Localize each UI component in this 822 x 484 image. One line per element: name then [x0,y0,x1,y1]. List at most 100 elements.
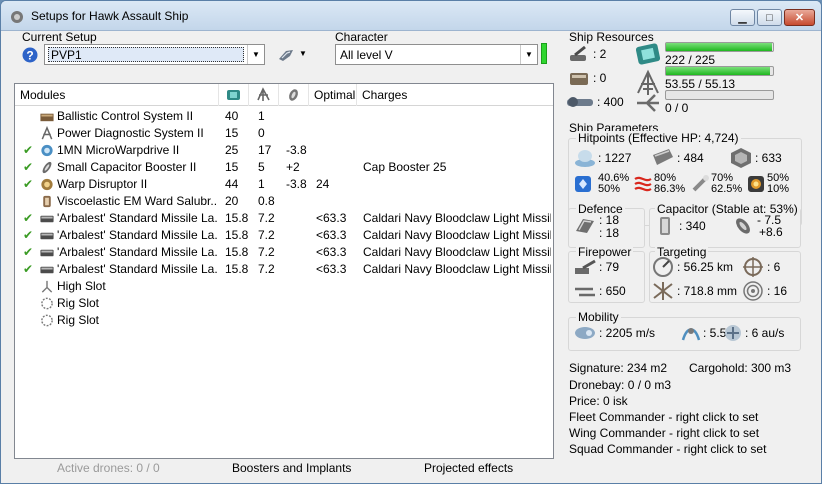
missile-launcher-icon [40,266,54,274]
col-header-charges[interactable]: Charges [357,84,553,106]
firepower-value-a: : 79 [599,260,620,274]
module-charges [363,278,551,295]
module-capacitor [286,193,312,210]
check-icon[interactable]: ✔ [23,227,35,244]
module-charges: Caldari Navy Bloodclaw Light Missile [363,262,551,276]
app-icon [11,11,23,23]
launcher-slots-value: : 0 [593,71,607,85]
sensor-strength-icon [743,281,763,301]
module-name: 1MN MicroWarpdrive II [57,143,180,157]
max-targets-value: : 6 [767,260,781,274]
module-cpu: 40 [225,109,239,123]
module-powergrid: 0.8 [258,194,275,208]
col-header-optimal[interactable]: Optimal [309,84,357,106]
close-button[interactable]: ✕ [784,9,815,26]
module-row[interactable]: Power Diagnostic System II 15 0 [15,125,553,142]
rig-slot-icon [41,314,53,327]
module-row[interactable]: Ballistic Control System II 40 1 [15,108,553,125]
chevron-down-icon: ▼ [247,45,264,64]
module-capacitor: +2 [286,160,300,174]
module-row[interactable]: Rig Slot [15,312,553,329]
module-cpu: 20 [225,194,239,208]
module-cpu: 15.8 [225,228,249,242]
capacitor-icon [289,89,298,101]
col-header-powergrid[interactable] [249,84,279,106]
check-icon[interactable]: ✔ [23,210,35,227]
module-row[interactable]: ✔ Small Capacitor Booster II 15 5 +2 Cap Boos… [15,159,553,176]
col-header-capacitor[interactable] [279,84,309,106]
module-optimal: <63.3 [316,211,347,225]
module-row[interactable]: Viscoelastic EM Ward Salubr... 20 0.8 [15,193,553,210]
module-capacitor [286,312,312,329]
module-name: Power Diagnostic System II [57,126,204,140]
maximize-button[interactable]: □ [757,9,782,26]
module-powergrid [258,312,284,329]
sensor-strength-value: : 16 [767,284,788,298]
turret-slots-value: : 2 [593,47,607,61]
scan-resolution-value: : 718.8 mm [677,284,738,298]
title-bar: Setups for Hawk Assault Ship ▁ □ ✕ [1,1,821,31]
shield-hp-icon [575,150,595,167]
module-row[interactable]: Rig Slot [15,295,553,312]
module-row[interactable]: ✔ 'Arbalest' Standard Missile La... 15.8 7.… [15,210,553,227]
module-charges [363,108,551,125]
capacitor-value: : 340 [679,219,706,233]
module-cpu: 15 [225,160,239,174]
col-header-cpu[interactable] [219,84,249,106]
resist-3-bottom: 62.5% [711,183,743,195]
module-charges [363,176,551,193]
module-powergrid [258,278,284,295]
setup-select[interactable]: PVP1 ▼ [44,44,265,65]
module-optimal [316,193,360,210]
module-row[interactable]: ✔ 'Arbalest' Standard Missile La... 15.8 7.… [15,227,553,244]
module-optimal [316,142,360,159]
character-select[interactable]: All level V ▼ [335,44,538,65]
module-charges [363,142,551,159]
bottom-bar: Active drones: 0 / 0 Boosters and Implan… [1,461,561,477]
module-row[interactable]: ✔ 'Arbalest' Standard Missile La... 15.8 7.… [15,261,553,278]
boosters-implants-tab[interactable]: Boosters and Implants [232,461,351,475]
module-optimal [316,312,360,329]
check-icon[interactable]: ✔ [23,142,35,159]
module-name: 'Arbalest' Standard Missile La... [57,211,217,225]
setup-options-button[interactable]: ▼ [277,46,309,64]
cpu-resource-icon [635,43,661,65]
minimize-button[interactable]: ▁ [730,9,755,26]
module-capacitor [286,295,312,312]
module-row[interactable]: ✔ 1MN MicroWarpdrive II 25 17 -3.8 [15,142,553,159]
calibration-value: : 400 [597,95,624,109]
module-row[interactable]: ✔ 'Arbalest' Standard Missile La... 15.8 7.… [15,244,553,261]
module-powergrid: 7.2 [258,262,275,276]
module-name: Warp Disruptor II [57,177,148,191]
warp-speed-icon [725,325,741,341]
power-diagnostic-icon [41,126,53,140]
module-cpu: 25 [225,143,239,157]
missile-launcher-icon [40,249,54,257]
projected-effects-tab[interactable]: Projected effects [424,461,513,475]
current-setup-label: Current Setup [22,30,97,44]
check-icon[interactable]: ✔ [23,159,35,176]
structure-hp-value: : 633 [755,151,782,165]
wing-commander[interactable]: Wing Commander - right click to set [569,426,759,440]
module-name: High Slot [57,279,106,293]
calibration-icon [567,97,593,107]
modules-list[interactable]: Modules Optimal Charges Ballistic Contro… [14,83,554,459]
col-header-modules[interactable]: Modules [15,84,219,106]
help-icon[interactable]: ? [22,47,38,63]
module-row[interactable]: ✔ Warp Disruptor II 44 1 -3.8 24 [15,176,553,193]
missile-launcher-icon [40,215,54,223]
check-icon[interactable]: ✔ [23,244,35,261]
module-row[interactable]: High Slot [15,278,553,295]
drone-bandwidth-value: 0 / 0 [665,101,689,115]
structure-hp-icon [731,148,751,168]
check-icon[interactable]: ✔ [23,261,35,278]
squad-commander[interactable]: Squad Commander - right click to set [569,442,766,456]
module-powergrid: 7.2 [258,211,275,225]
active-drones-label[interactable]: Active drones: 0 / 0 [57,461,160,475]
signature-value: Signature: 234 m2 [569,361,668,375]
module-optimal [316,159,360,176]
module-optimal: <63.3 [316,262,347,276]
check-icon[interactable]: ✔ [23,176,35,193]
scan-resolution-icon [653,282,673,300]
fleet-commander[interactable]: Fleet Commander - right click to set [569,410,758,424]
